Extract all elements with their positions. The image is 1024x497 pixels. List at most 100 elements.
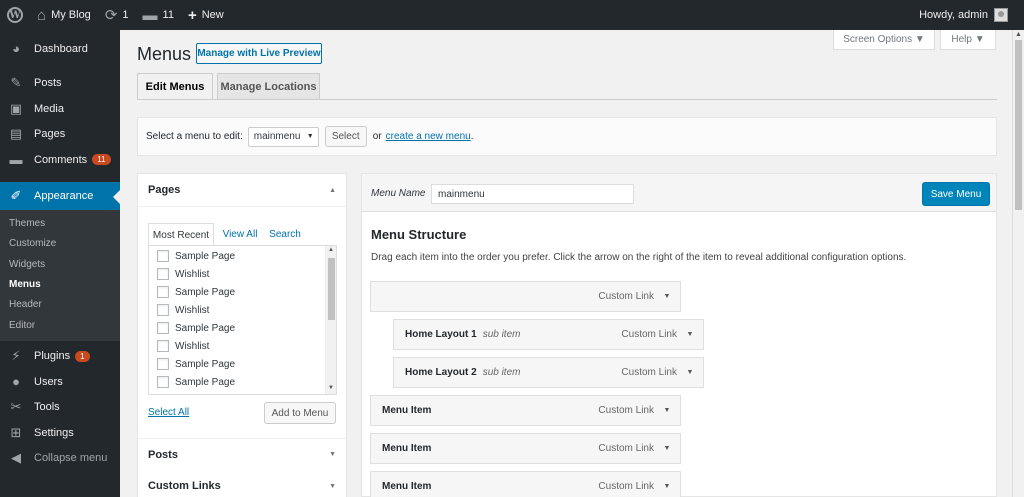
scroll-down-icon[interactable]: ▼ [328,385,334,391]
collapse-icon: ◀ [11,450,21,466]
menu-item-row[interactable]: Menu Item Custom Link ▼ [370,433,681,464]
checkbox[interactable] [157,268,169,280]
my-account-link[interactable]: Howdy, admin [912,0,1024,30]
live-preview-button[interactable]: Manage with Live Preview [196,43,322,64]
list-item[interactable]: Sample Page [157,319,235,337]
collapse-menu-button[interactable]: ◀ Collapse menu [0,445,120,471]
tab-manage-locations[interactable]: Manage Locations [217,73,320,99]
checkbox[interactable] [157,376,169,388]
accordion-title: Posts [148,448,178,461]
appearance-submenu: Themes Customize Widgets Menus Header Ed… [0,209,120,342]
menu-separator [0,62,120,71]
menu-separator [0,173,120,182]
tab-edit-menus[interactable]: Edit Menus [137,73,213,100]
page-title: Menus [137,44,192,64]
tab-most-recent[interactable]: Most Recent [148,223,214,246]
wordpress-logo-button[interactable]: W [0,0,30,30]
submenu-item-themes[interactable]: Themes [0,214,120,234]
updates-link[interactable]: ⟳ 1 [98,0,136,30]
submenu-item-customize[interactable]: Customize [0,234,120,254]
tab-view-all[interactable]: View All [220,224,260,244]
submenu-item-editor[interactable]: Editor [0,315,120,335]
settings-icon: ⊞ [10,424,22,440]
checkbox[interactable] [157,340,169,352]
scroll-up-icon[interactable]: ▲ [1015,31,1022,38]
sidebar-item-appearance[interactable]: ✐ Appearance [0,181,120,210]
submenu-item-menus[interactable]: Menus [0,274,120,294]
sidebar-item-settings[interactable]: ⊞ Settings [0,420,120,446]
checkbox[interactable] [157,250,169,262]
accordion-custom-links-header[interactable]: Custom Links ▼ [138,470,346,497]
list-item-label: Sample Page [175,358,236,370]
menu-item-type: Custom Link [598,291,654,302]
submenu-item-widgets[interactable]: Widgets [0,254,120,274]
menu-item-subtitle: sub item [482,367,521,378]
help-button[interactable]: Help ▼ [940,30,996,50]
tab-search[interactable]: Search [266,224,304,244]
accordion-pages-header[interactable]: Pages ▲ [138,174,346,207]
or-text: or [372,131,382,142]
create-new-menu-link[interactable]: create a new menu [386,131,471,142]
add-to-menu-button[interactable]: Add to Menu [264,402,336,424]
page-scrollbar[interactable]: ▲ [1012,30,1024,497]
checkbox[interactable] [157,304,169,316]
comments-link[interactable]: ▬ 11 [136,0,181,30]
checkbox[interactable] [157,286,169,298]
scroll-up-icon[interactable]: ▲ [328,247,334,253]
list-item[interactable]: Sample Page [157,247,235,265]
screen-options-button[interactable]: Screen Options ▼ [833,30,935,50]
sidebar-item-label: Settings [34,426,74,439]
sidebar-item-plugins[interactable]: ⚡ Plugins 1 [0,343,120,369]
menu-structure-title: Menu Structure [371,227,467,242]
save-menu-button[interactable]: Save Menu [922,182,990,206]
checkbox[interactable] [157,322,169,334]
menu-item-row[interactable]: Home Layout 1 sub item Custom Link ▼ [393,319,704,350]
sidebar-item-comments[interactable]: ▬ Comments 11 [0,147,120,173]
list-item-label: Wishlist [175,268,210,280]
menu-item-row[interactable]: Menu Item Custom Link ▼ [370,395,681,426]
menu-select-dropdown[interactable]: mainmenu ▼ [247,126,319,147]
chevron-down-icon[interactable]: ▼ [677,331,703,338]
menu-item-row[interactable]: Home Layout 2 sub item Custom Link ▼ [393,357,704,388]
list-item[interactable]: Wishlist [157,337,209,355]
select-all-link[interactable]: Select All [148,407,189,418]
select-menu-label: Select a menu to edit: [146,131,243,142]
chevron-down-icon: ▼ [329,451,336,458]
chevron-down-icon[interactable]: ▼ [654,445,680,452]
sidebar-item-dashboard[interactable]: ◕ Dashboard [0,36,120,62]
accordion-posts-header[interactable]: Posts ▼ [138,438,346,471]
sidebar-item-label: Users [34,375,63,388]
chevron-down-icon[interactable]: ▼ [654,293,680,300]
scrollbar-thumb[interactable] [1015,40,1022,210]
menu-item-title: Menu Item [382,405,432,416]
sidebar-item-tools[interactable]: ✂ Tools [0,394,120,420]
list-item[interactable]: Wishlist [157,265,209,283]
updates-icon: ⟳ [104,6,118,24]
list-item[interactable]: Wishlist [157,301,209,319]
sidebar-item-users[interactable]: ● Users [0,369,120,395]
menu-name-input[interactable] [431,184,634,204]
chevron-down-icon[interactable]: ▼ [654,483,680,490]
chevron-up-icon: ▲ [329,186,336,194]
pin-icon: ✎ [10,75,22,91]
submenu-item-header[interactable]: Header [0,295,120,315]
chevron-down-icon[interactable]: ▼ [677,369,703,376]
select-button[interactable]: Select [324,126,367,147]
checkbox[interactable] [157,358,169,370]
sidebar-item-media[interactable]: ▣ Media [0,96,120,122]
sidebar-item-posts[interactable]: ✎ Posts [0,71,120,97]
site-name-link[interactable]: ⌂ My Blog [30,0,98,30]
list-item[interactable]: Sample Page [157,283,235,301]
site-name-label: My Blog [51,9,91,21]
menu-item-row[interactable]: Custom Link ▼ [370,281,681,312]
chevron-down-icon[interactable]: ▼ [654,407,680,414]
scrollbar-thumb[interactable] [328,258,335,320]
new-content-link[interactable]: + New [181,0,231,30]
menu-item-row[interactable]: Menu Item Custom Link ▼ [370,471,681,497]
menu-item-title: Menu Item [382,443,432,454]
pages-icon: ▤ [9,126,23,142]
checklist-scrollbar[interactable]: ▲ ▼ [325,246,336,394]
sidebar-item-pages[interactable]: ▤ Pages [0,122,120,148]
list-item[interactable]: Sample Page [157,373,235,391]
list-item[interactable]: Sample Page [157,355,235,373]
